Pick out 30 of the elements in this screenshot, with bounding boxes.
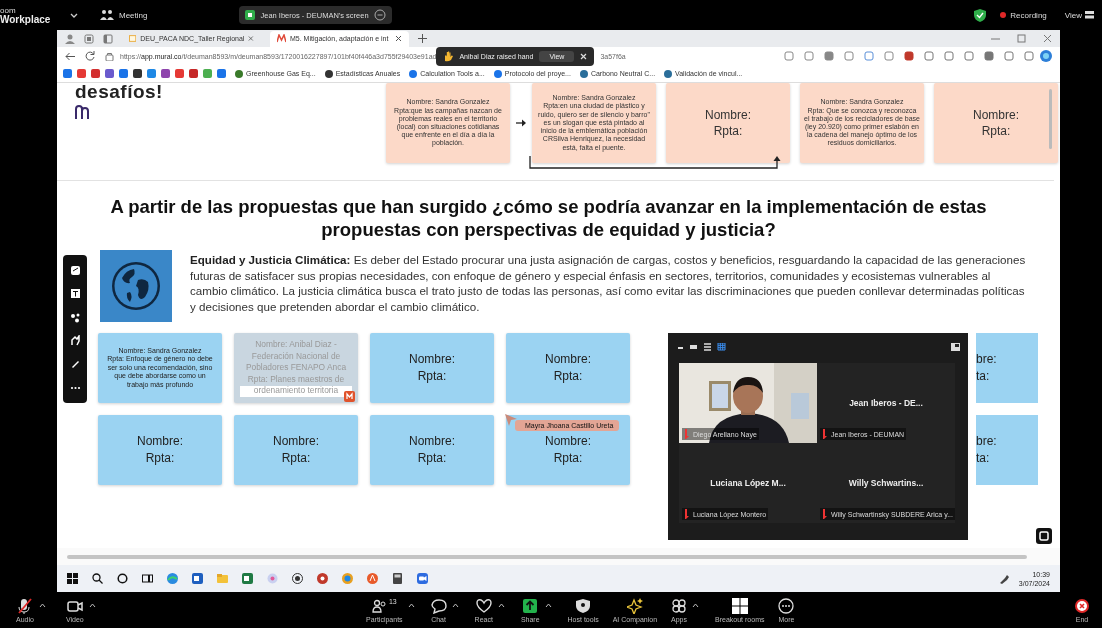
note-answer: Rpta: [417, 450, 447, 467]
app-name: Workplace [0, 15, 52, 24]
note-name: Nombre: [705, 107, 751, 123]
note-answer: Rpta: [553, 368, 583, 385]
note-answer: Rpta: [145, 450, 175, 467]
note-name: Nombre: [973, 107, 1019, 123]
app-name: oom [0, 6, 17, 15]
note-name: Nombre: [273, 433, 319, 450]
note-name: Nombre: Anibal Diaz - Federación Nacional de Pobladores FENAPO Anca [244, 339, 348, 374]
note-name: bre: [976, 433, 997, 450]
note-name: Nombre: [545, 351, 591, 368]
note-answer: Rpta: [553, 450, 583, 467]
note-answer: Rpta: [417, 368, 447, 385]
note-name: Nombre: [409, 433, 455, 450]
note-name: Nombre: [545, 433, 591, 450]
note-answer: Rpta: Planes maestros de ordenamiento territoria [240, 373, 352, 397]
note-answer: ta: [976, 368, 990, 385]
note-answer: Rpta: [981, 123, 1011, 139]
participant-name: Jean Iberos - DE... [849, 398, 923, 408]
question-heading: A partir de las propuestas que han surgido ¿cómo se podría avanzar en la implementación de estas propuestas con perspectivas de equidad y justicia? [109, 195, 988, 241]
info-paragraph: Equidad y Justicia Climática: Es deber del Estado procurar una justa asignación de cargas, costos y beneficios, resguardando la capacidad de las generaciones futuras de satisfacer sus propias necesidades, con enfoque de género y especial énfasis en sectores, territorios, comunidades y ecosistemas vulnerables al cambio climático. La justicia climática busca el trato justo de todas las personas, así como evitar las discriminaciones que pueden conllevar determinadas políticas y decisiones que pretenden abordar el cambio climático. [190, 252, 1027, 315]
note-name: Nombre: [409, 351, 455, 368]
participant-name: Willy Schwartins... [848, 478, 924, 488]
board-title: desafíos! [75, 83, 163, 103]
note-answer: Rpta: [713, 123, 743, 139]
note-name: bre: [976, 351, 997, 368]
note-answer: ta: [976, 450, 990, 467]
note-name: Nombre: [137, 433, 183, 450]
participant-name: Luciana López M... [710, 478, 786, 488]
note-answer: Rpta: [281, 450, 311, 467]
